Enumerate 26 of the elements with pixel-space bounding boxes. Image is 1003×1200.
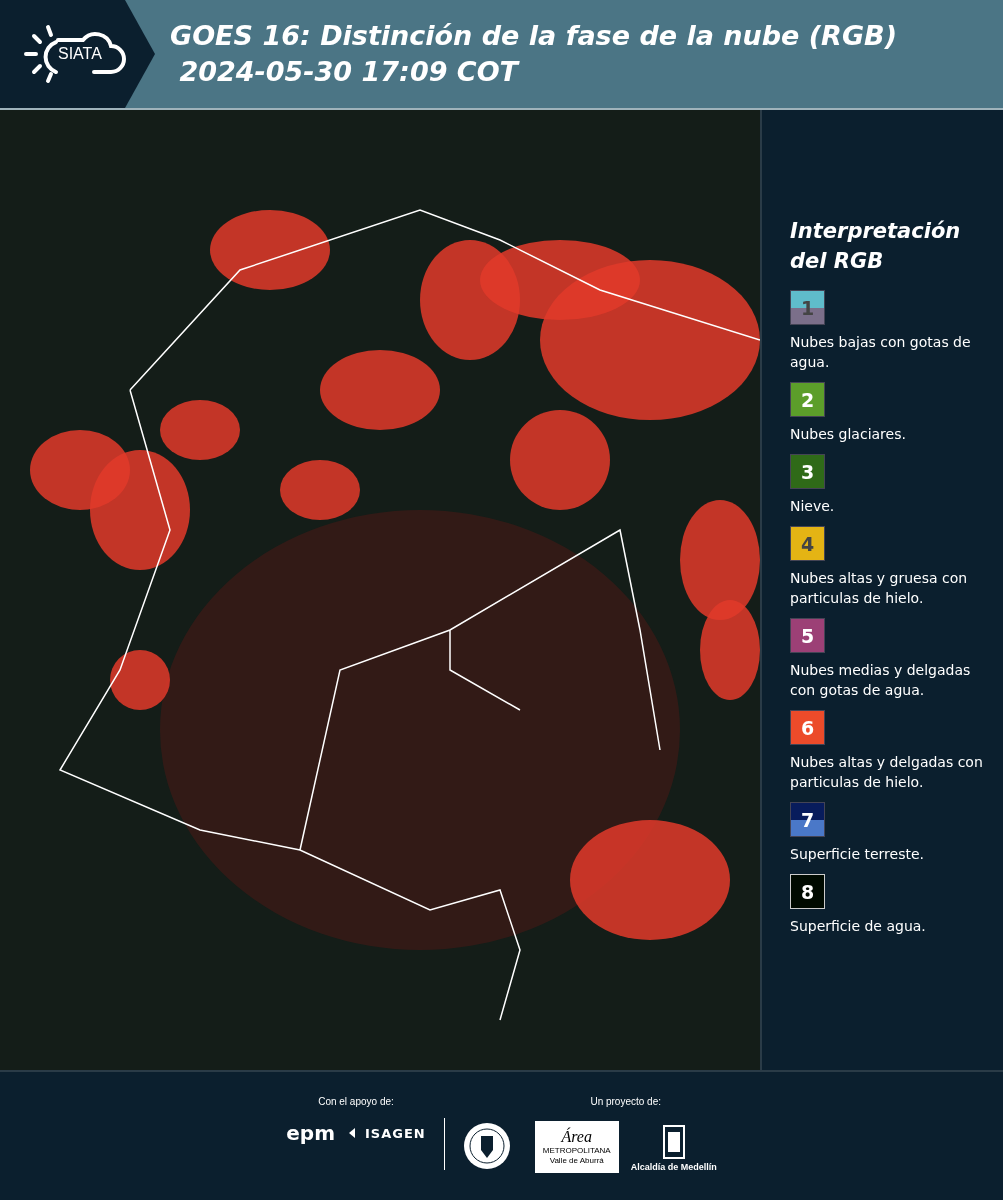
color-swatch: 2	[790, 382, 825, 417]
legend-label: Nubes medias y delgadas con gotas de agua.	[790, 661, 972, 700]
legend-label: Nieve.	[790, 497, 836, 516]
legend-label: Nubes altas y gruesa con particulas de hielo.	[790, 569, 969, 608]
logo-text: SIATA	[58, 45, 102, 63]
alcaldia-logo-text: Alcaldía de Medellín	[630, 1162, 717, 1172]
legend-label: Nubes bajas con gotas de agua.	[790, 333, 972, 372]
color-swatch: 6	[790, 710, 825, 745]
legend-label: Nubes glaciares.	[790, 425, 907, 444]
epm-logo: epm	[286, 1121, 335, 1145]
color-swatch: 5	[790, 618, 825, 653]
color-swatch: 1	[790, 290, 825, 325]
color-swatch: 7	[790, 802, 825, 837]
map-title: GOES 16: Distinción de la fase de la nube (RGB)	[170, 19, 897, 53]
color-swatch: 8	[790, 874, 825, 909]
legend-label: Superficie terreste.	[790, 845, 925, 864]
project-caption: Un proyecto de:	[590, 1096, 661, 1107]
map-timestamp: 2024-05-30 17:09 COT	[178, 55, 521, 89]
legend-label: Nubes altas y delgadas con particulas de hielo.	[790, 753, 984, 792]
color-swatch: 4	[790, 526, 825, 561]
support-caption: Con el apoyo de:	[318, 1096, 394, 1107]
legend-title: Interpretación del RGB	[790, 218, 962, 275]
color-swatch: 3	[790, 454, 825, 489]
legend-label: Superficie de agua.	[790, 917, 927, 936]
area-logo: Área METROPOLITANA Valle de Aburrá	[534, 1121, 619, 1173]
isagen-logo: ISAGEN	[365, 1125, 426, 1141]
